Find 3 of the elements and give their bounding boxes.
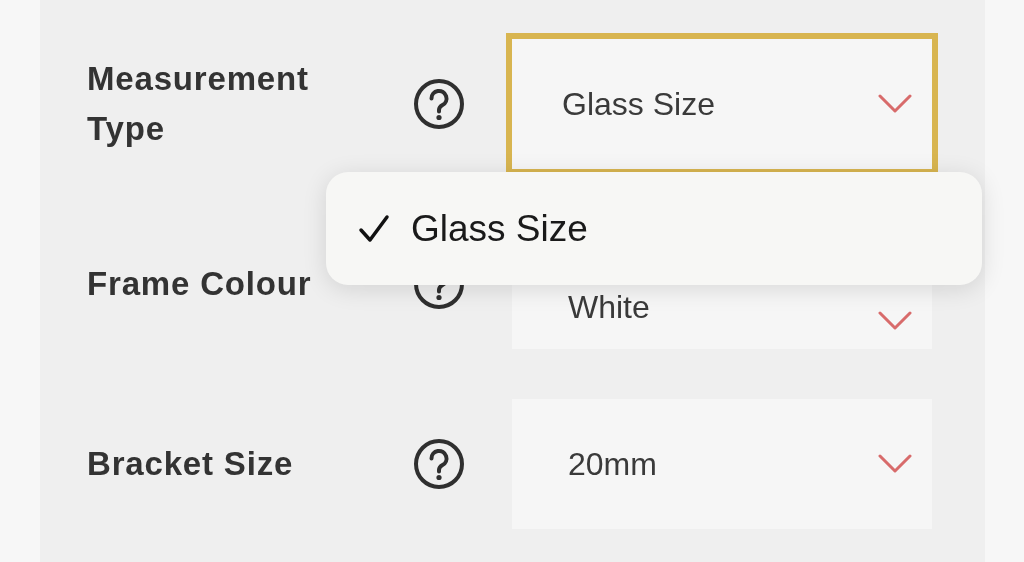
field-label: Bracket Size (87, 444, 295, 484)
field-label: Frame Colour (87, 264, 313, 304)
field-label: Measurement Type (87, 59, 310, 149)
